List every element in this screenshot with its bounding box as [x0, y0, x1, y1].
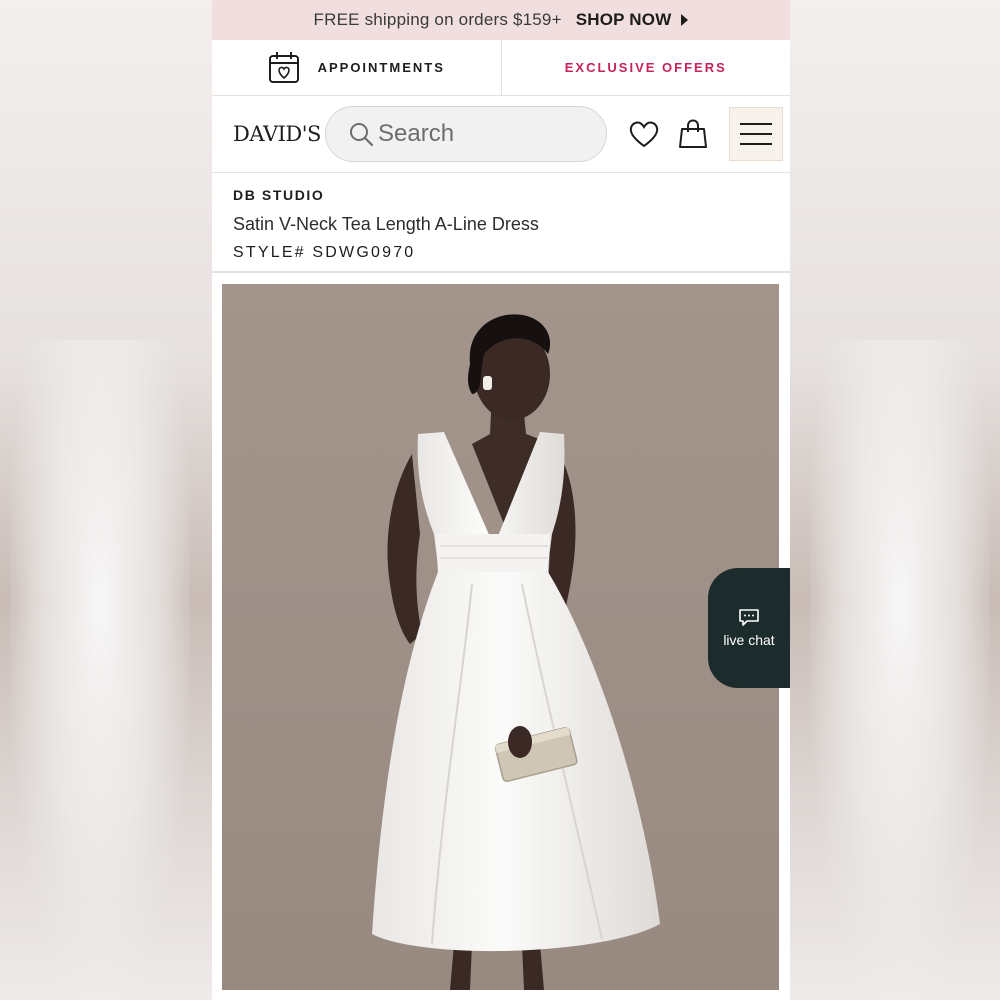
promo-text: FREE shipping on orders $159+ [313, 10, 562, 29]
model-illustration [372, 314, 660, 990]
product-style-number: STYLE# SDWG0970 [233, 244, 416, 261]
product-name: Satin V-Neck Tea Length A-Line Dress [233, 214, 539, 234]
heart-icon[interactable] [629, 120, 659, 148]
search-icon [348, 121, 374, 147]
calendar-heart-icon [268, 51, 300, 85]
appointments-label: APPOINTMENTS [317, 60, 445, 75]
utility-nav: APPOINTMENTS EXCLUSIVE OFFERS [212, 40, 790, 96]
mobile-page: FREE shipping on orders $159+ SHOP NOW A… [212, 0, 790, 1000]
play-caret-icon [681, 14, 689, 26]
exclusive-offers-label: EXCLUSIVE OFFERS [564, 60, 727, 75]
brand-logo[interactable]: DAVID'S [233, 122, 325, 146]
blurred-figure-left [10, 340, 190, 1000]
exclusive-offers-link[interactable]: EXCLUSIVE OFFERS [502, 40, 791, 95]
chat-bubble-icon [738, 608, 760, 626]
hamburger-menu-icon[interactable] [729, 107, 783, 161]
shop-now-link[interactable]: SHOP NOW [576, 10, 672, 30]
product-image[interactable] [222, 284, 779, 990]
search-placeholder: Search [378, 120, 455, 147]
blurred-background-left [0, 0, 212, 1000]
live-chat-button[interactable]: live chat [708, 568, 790, 688]
site-header: DAVID'S Search [212, 96, 790, 173]
live-chat-label: live chat [723, 632, 775, 648]
product-brand[interactable]: DB STUDIO [233, 187, 769, 203]
search-input[interactable]: Search [325, 106, 607, 162]
blurred-figure-right [810, 340, 990, 1000]
blurred-background-right [790, 0, 1000, 1000]
product-info: DB STUDIO Satin V-Neck Tea Length A-Line… [212, 173, 790, 273]
shopping-bag-icon[interactable] [679, 119, 707, 149]
promo-banner[interactable]: FREE shipping on orders $159+ SHOP NOW [212, 0, 790, 40]
appointments-link[interactable]: APPOINTMENTS [212, 40, 502, 95]
